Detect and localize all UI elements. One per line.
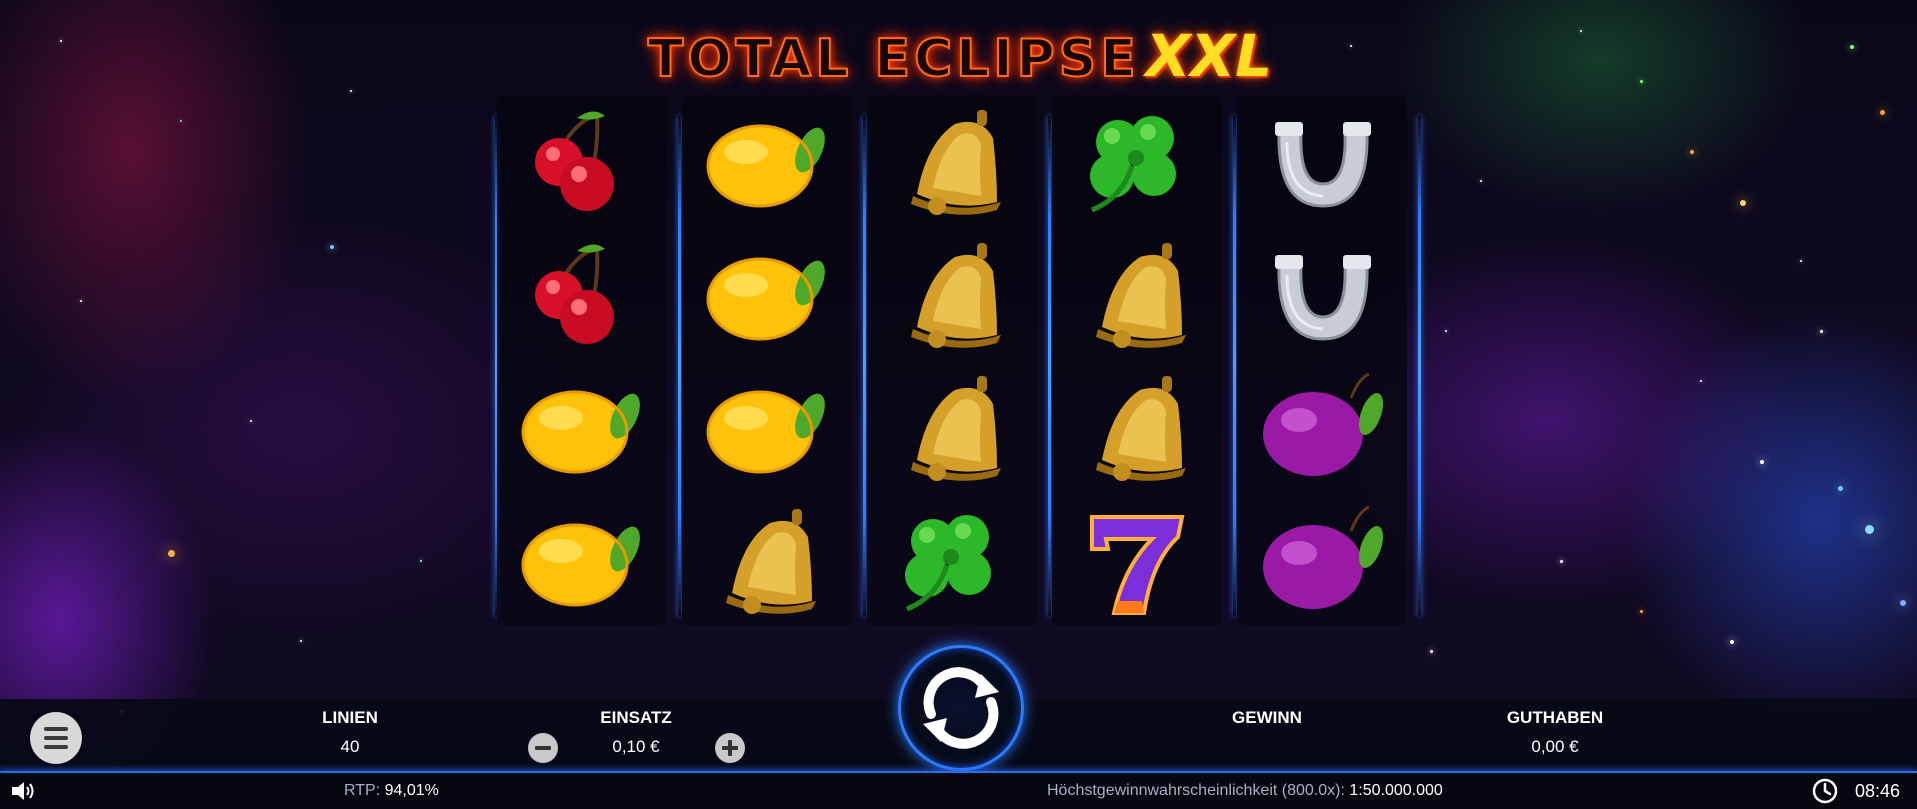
star [350,90,352,92]
rtp-info: RTP: 94,01% [344,782,439,800]
star [1740,200,1746,206]
balance-value: 0,00 € [1531,737,1579,756]
star [60,40,62,42]
star [1640,80,1643,83]
star [330,245,334,249]
clock-time: 08:46 [1855,781,1901,801]
hamburger-menu-icon [44,727,68,731]
bell-symbol [1062,235,1212,355]
star [1760,460,1764,464]
star [1800,260,1802,262]
horseshoe-symbol [1247,102,1397,222]
star [1900,600,1906,606]
lemon-symbol [692,368,842,488]
hamburger-line [44,745,68,749]
win-label: GEWINN [1232,708,1302,727]
star [1880,110,1885,115]
logo-suffix: XXL [1145,22,1273,90]
menu-button[interactable] [30,712,82,764]
star [1580,30,1582,32]
balance-label: GUTHABEN [1506,708,1604,727]
hamburger-line [44,736,68,740]
star [1820,330,1823,333]
clock-icon [1812,778,1838,804]
star [180,120,182,122]
rtp-label: RTP: [344,782,381,799]
star [1838,486,1843,491]
reel-separator [863,116,866,616]
bell-symbol [877,368,1027,488]
spin-arrows-icon [923,667,999,749]
minus-icon [535,746,551,750]
lines-value: 40 [340,737,360,756]
sound-toggle[interactable] [10,779,38,803]
star [300,640,302,642]
cherry-symbol [507,235,657,355]
reel-area [495,96,1421,626]
star [1350,45,1352,47]
star [1560,560,1563,563]
reel-separator [1418,116,1421,616]
star [250,420,252,422]
star [420,560,422,562]
max-win-info: Höchstgewinnwahrscheinlichkeit (800.0x):… [1047,782,1443,800]
bell-symbol [692,501,842,621]
star [1430,650,1433,653]
max-win-label: Höchstgewinnwahrscheinlichkeit (800.0x): [1047,782,1345,799]
lemon-symbol [507,368,657,488]
plum-symbol [1247,501,1397,621]
lines-label: LINIEN [322,708,378,727]
speaker-icon [12,782,34,800]
star [1480,180,1482,182]
reel-separator [1048,116,1051,616]
star [1445,330,1447,332]
clover-symbol [877,501,1027,621]
game-logo: TOTAL ECLIPSE XXL [600,22,1320,92]
star [1700,380,1702,382]
logo-title: TOTAL ECLIPSE [647,28,1140,90]
horseshoe-symbol [1247,235,1397,355]
star [1690,150,1694,154]
max-win-value: 1:50.000.000 [1349,782,1443,799]
bell-symbol [1062,368,1212,488]
stake-value: 0,10 € [612,737,660,756]
star [1865,525,1874,534]
bell-symbol [877,102,1027,222]
star [80,300,82,302]
star [1850,45,1854,49]
lemon-symbol [692,235,842,355]
clover-symbol [1062,102,1212,222]
increase-stake-button[interactable] [715,733,745,763]
lemon-symbol [507,501,657,621]
bell-symbol [877,235,1027,355]
reel-separator [678,116,681,616]
spin-button[interactable] [898,645,1024,771]
rtp-value: 94,01% [384,782,439,799]
reel-separator [1233,116,1236,616]
plus-icon-vertical [728,740,732,756]
stake-label: EINSATZ [600,708,672,727]
info-footer [0,771,1917,809]
plum-symbol [1247,368,1397,488]
seven-symbol [1062,501,1212,621]
cherry-symbol [507,102,657,222]
star [1730,640,1734,644]
decrease-stake-button[interactable] [528,733,558,763]
star [168,550,175,557]
lemon-symbol [692,102,842,222]
star [1640,610,1643,613]
